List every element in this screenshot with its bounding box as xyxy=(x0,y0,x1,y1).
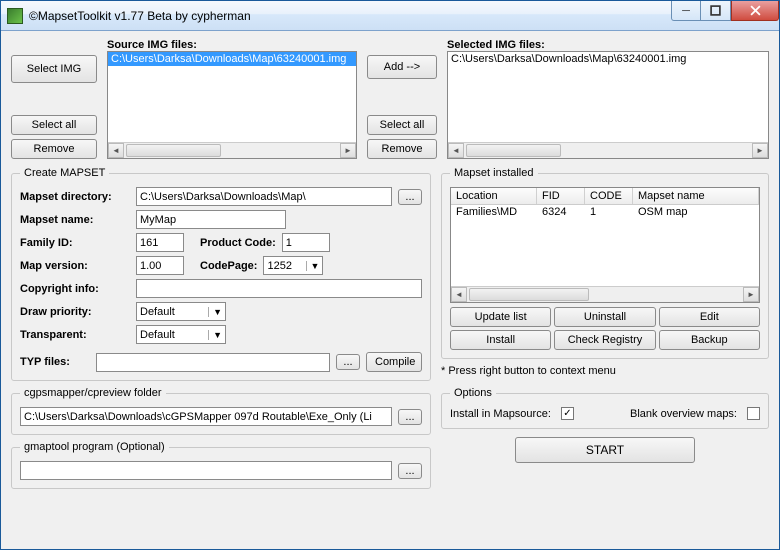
cgpsmapper-browse-button[interactable]: ... xyxy=(398,409,422,425)
minimize-button[interactable]: ─ xyxy=(671,1,701,21)
selected-select-all-button[interactable]: Select all xyxy=(367,115,437,135)
column-mapset-name[interactable]: Mapset name xyxy=(633,188,759,204)
close-button[interactable] xyxy=(731,1,779,21)
check-registry-button[interactable]: Check Registry xyxy=(554,330,655,350)
family-id-input[interactable] xyxy=(136,233,184,252)
mapset-installed-group: Mapset installed Location FID CODE Mapse… xyxy=(441,167,769,359)
transparent-select[interactable]: Default▼ xyxy=(136,325,226,344)
scrollbar[interactable]: ◄ ► xyxy=(451,286,759,302)
typ-browse-button[interactable]: ... xyxy=(336,354,360,370)
table-row[interactable]: Families\MD 6324 1 OSM map xyxy=(451,205,759,219)
uninstall-button[interactable]: Uninstall xyxy=(554,307,655,327)
compile-button[interactable]: Compile xyxy=(366,352,422,372)
selected-img-label: Selected IMG files: xyxy=(447,39,769,51)
install-in-mapsource-label: Install in Mapsource: xyxy=(450,408,551,420)
scroll-left-icon[interactable]: ◄ xyxy=(448,143,464,158)
map-version-label: Map version: xyxy=(20,260,130,272)
cgpsmapper-group: cgpsmapper/cpreview folder ... xyxy=(11,387,431,435)
scroll-left-icon[interactable]: ◄ xyxy=(451,287,467,302)
select-img-button[interactable]: Select IMG xyxy=(11,55,97,83)
gmaptool-browse-button[interactable]: ... xyxy=(398,463,422,479)
list-item[interactable]: C:\Users\Darksa\Downloads\Map\63240001.i… xyxy=(448,52,768,66)
codepage-label: CodePage: xyxy=(200,260,257,272)
copyright-input[interactable] xyxy=(136,279,422,298)
product-code-label: Product Code: xyxy=(200,237,276,249)
add-button[interactable]: Add --> xyxy=(367,55,437,79)
update-list-button[interactable]: Update list xyxy=(450,307,551,327)
installed-table[interactable]: Location FID CODE Mapset name Families\M… xyxy=(450,187,760,303)
create-mapset-group: Create MAPSET Mapset directory: ... Maps… xyxy=(11,167,431,381)
maximize-button[interactable] xyxy=(701,1,731,21)
mapset-installed-legend: Mapset installed xyxy=(450,167,538,179)
scroll-right-icon[interactable]: ► xyxy=(340,143,356,158)
context-menu-hint: * Press right button to context menu xyxy=(441,365,769,377)
source-img-listbox[interactable]: C:\Users\Darksa\Downloads\Map\63240001.i… xyxy=(107,51,357,159)
codepage-select[interactable]: 1252▼ xyxy=(263,256,323,275)
install-button[interactable]: Install xyxy=(450,330,551,350)
map-version-input[interactable] xyxy=(136,256,184,275)
options-legend: Options xyxy=(450,387,496,399)
scrollbar[interactable]: ◄ ► xyxy=(108,142,356,158)
scroll-left-icon[interactable]: ◄ xyxy=(108,143,124,158)
edit-button[interactable]: Edit xyxy=(659,307,760,327)
gmaptool-group: gmaptool program (Optional) ... xyxy=(11,441,431,489)
blank-overview-label: Blank overview maps: xyxy=(630,408,737,420)
gmaptool-path-input[interactable] xyxy=(20,461,392,480)
install-in-mapsource-checkbox[interactable]: ✓ xyxy=(561,407,574,420)
cgpsmapper-legend: cgpsmapper/cpreview folder xyxy=(20,387,166,399)
transparent-label: Transparent: xyxy=(20,329,130,341)
blank-overview-checkbox[interactable] xyxy=(747,407,760,420)
titlebar[interactable]: ©MapsetToolkit v1.77 Beta by cypherman ─ xyxy=(1,1,779,31)
scroll-right-icon[interactable]: ► xyxy=(743,287,759,302)
gmaptool-legend: gmaptool program (Optional) xyxy=(20,441,169,453)
scrollbar[interactable]: ◄ ► xyxy=(448,142,768,158)
copyright-label: Copyright info: xyxy=(20,283,130,295)
chevron-down-icon: ▼ xyxy=(306,261,320,271)
mapset-directory-browse-button[interactable]: ... xyxy=(398,189,422,205)
app-icon xyxy=(7,8,23,24)
family-id-label: Family ID: xyxy=(20,237,130,249)
mapset-name-label: Mapset name: xyxy=(20,214,130,226)
draw-priority-select[interactable]: Default▼ xyxy=(136,302,226,321)
start-button[interactable]: START xyxy=(515,437,695,463)
column-location[interactable]: Location xyxy=(451,188,537,204)
table-header: Location FID CODE Mapset name xyxy=(451,188,759,205)
source-img-label: Source IMG files: xyxy=(107,39,357,51)
options-group: Options Install in Mapsource: ✓ Blank ov… xyxy=(441,387,769,429)
mapset-name-input[interactable] xyxy=(136,210,286,229)
draw-priority-label: Draw priority: xyxy=(20,306,130,318)
close-icon xyxy=(750,5,761,16)
column-fid[interactable]: FID xyxy=(537,188,585,204)
window-title: ©MapsetToolkit v1.77 Beta by cypherman xyxy=(29,9,251,23)
mapset-directory-label: Mapset directory: xyxy=(20,191,130,203)
cgpsmapper-path-input[interactable] xyxy=(20,407,392,426)
scroll-right-icon[interactable]: ► xyxy=(752,143,768,158)
typ-files-label: TYP files: xyxy=(20,356,90,368)
typ-files-input[interactable] xyxy=(96,353,330,372)
backup-button[interactable]: Backup xyxy=(659,330,760,350)
selected-img-listbox[interactable]: C:\Users\Darksa\Downloads\Map\63240001.i… xyxy=(447,51,769,159)
chevron-down-icon: ▼ xyxy=(208,307,222,317)
source-select-all-button[interactable]: Select all xyxy=(11,115,97,135)
maximize-icon xyxy=(710,5,721,16)
create-mapset-legend: Create MAPSET xyxy=(20,167,109,179)
chevron-down-icon: ▼ xyxy=(208,330,222,340)
app-window: ©MapsetToolkit v1.77 Beta by cypherman ─… xyxy=(0,0,780,550)
column-code[interactable]: CODE xyxy=(585,188,633,204)
product-code-input[interactable] xyxy=(282,233,330,252)
selected-remove-button[interactable]: Remove xyxy=(367,139,437,159)
source-remove-button[interactable]: Remove xyxy=(11,139,97,159)
list-item[interactable]: C:\Users\Darksa\Downloads\Map\63240001.i… xyxy=(108,52,356,66)
mapset-directory-input[interactable] xyxy=(136,187,392,206)
